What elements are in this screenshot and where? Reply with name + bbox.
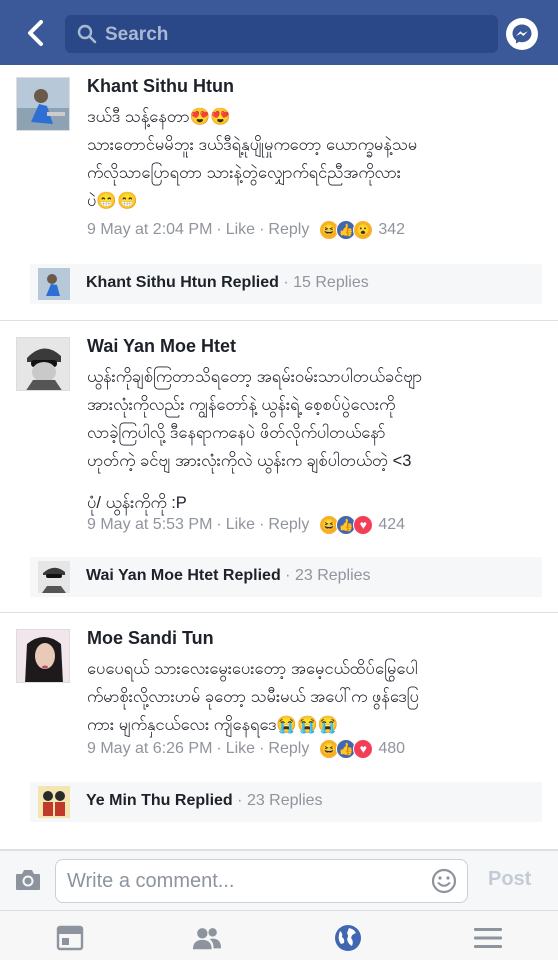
comment-meta: 9 May at 2:04 PM · Like · Reply 😆 👍 😮 34… [87,220,405,240]
comment-line: အားလုံးကိုလည်း ကျွန်တော်နဲ့ ယွန်းရဲ့ စေ့… [87,396,396,414]
comment-author[interactable]: Wai Yan Moe Htet [87,336,236,357]
reaction-count: 342 [378,221,406,238]
replier-name: Wai Yan Moe Htet [86,567,219,584]
comment-item: Moe Sandi Tun ပေပေရယ် သားလေးမွေးပေးတော့ … [0,613,558,850]
messenger-button[interactable] [506,18,538,50]
chevron-left-icon [28,20,43,46]
comment-item: Khant Sithu Htun ဒယ်ဒီ သန့်နေတာ😍😍 သားတော… [0,65,558,321]
comment-placeholder: Write a comment... [67,870,235,892]
avatar[interactable] [16,629,70,683]
separator: · [237,792,243,809]
comment-line: ပုံ/ ယွန်းကိုကို :P [87,494,187,512]
post-button[interactable]: Post [488,868,531,891]
reaction-count: 424 [378,516,406,533]
comment-line: ကား မျက်နှငယ်လေး ကျိနေရဒေ😭😭😭 [87,716,339,734]
comment-item: Wai Yan Moe Htet ယွန်းကိုချစ်ကြတာသိရတော့… [0,321,558,613]
comment-line: သားတောင်မမိဘူး ဒယ်ဒီရဲ့နုပျိုမှုကတော့ ယေ… [87,136,418,154]
replier-name: Khant Sithu Htun [86,274,217,291]
comment-text: ဒယ်ဒီ သန့်နေတာ😍😍 သားတောင်မမိဘူး ဒယ်ဒီရဲ့… [87,103,542,215]
like-link[interactable]: Like [226,740,255,758]
comment-line: က်မာစိုးလို့လားဟမ် ခုတော့ သမီးမယ် အပေါ်က… [87,688,419,706]
separator: · [285,567,291,584]
love-icon: ♥ [353,739,374,759]
separator: · [216,740,222,757]
reply-count: 23 Replies [294,567,371,584]
top-bar: Search [0,0,558,65]
timestamp[interactable]: 9 May at 5:53 PM [87,516,212,534]
camera-button[interactable] [14,867,42,893]
reaction-summary[interactable]: 😆 👍 😮 342 [319,220,405,240]
comment-line: ယွန်းကိုချစ်ကြတာသိရတော့ အရမ်းဝမ်းသာပါတယ်… [87,368,423,386]
reply-count: 23 Replies [246,792,323,809]
like-link[interactable]: Like [226,221,255,239]
separator: · [259,740,265,757]
like-link[interactable]: Like [226,516,255,534]
avatar [38,561,70,593]
separator: · [216,516,222,533]
comment-author[interactable]: Moe Sandi Tun [87,628,214,649]
messenger-icon [512,24,532,44]
tab-friends[interactable] [192,925,222,951]
reaction-summary[interactable]: 😆 👍 ♥ 480 [319,739,405,759]
tab-notifications[interactable] [333,925,363,951]
search-placeholder: Search [105,24,169,45]
search-input[interactable]: Search [65,15,498,53]
comment-meta: 9 May at 5:53 PM · Like · Reply 😆 👍 ♥ 42… [87,515,405,535]
comment-text: ပေပေရယ် သားလေးမွေးပေးတော့ အမေ့ငယ်ထိပ်မြွ… [87,655,542,739]
tab-menu[interactable] [473,925,503,951]
comment-line: က်လိုသာပြောရတာ သားနဲ့တွဲလျှောက်ရင်ညီအကို… [87,164,401,182]
avatar[interactable] [16,77,70,131]
comment-line: လာခဲ့ကြပါလို့ ဒီနေရာကနေပဲ ဖိတ်လိုက်ပါတယ်… [87,424,386,442]
reply-link[interactable]: Reply [268,221,309,239]
news-feed-icon [56,925,84,951]
reply-summary-text: Ye Min Thu Replied · 23 Replies [86,792,323,810]
separator: · [259,516,265,533]
replies-summary[interactable]: Ye Min Thu Replied · 23 Replies [30,782,542,822]
comment-line: ဟုတ်ကဲ့ ခင်ဗျ အားလုံးကိုလဲ ယွန်းက ချစ်ပါ… [87,452,412,470]
menu-icon [474,928,502,948]
smiley-icon [431,868,457,894]
comment-input[interactable]: Write a comment... [55,859,468,903]
comment-text: ယွန်းကိုချစ်ကြတာသိရတော့ အရမ်းဝမ်းသာပါတယ်… [87,363,542,517]
separator: · [259,221,265,238]
replied-label: Replied [221,274,279,291]
love-icon: ♥ [353,515,374,535]
replies-summary[interactable]: Khant Sithu Htun Replied · 15 Replies [30,264,542,304]
tab-news-feed[interactable] [55,925,85,951]
comment-line: ဒယ်ဒီ သန့်နေတာ😍😍 [87,108,231,126]
bottom-tab-bar [0,910,558,960]
replied-label: Replied [174,792,233,809]
replies-summary[interactable]: Wai Yan Moe Htet Replied · 23 Replies [30,557,542,597]
reply-summary-text: Khant Sithu Htun Replied · 15 Replies [86,274,369,292]
timestamp[interactable]: 9 May at 6:26 PM [87,740,212,758]
comment-meta: 9 May at 6:26 PM · Like · Reply 😆 👍 ♥ 48… [87,739,405,759]
wow-icon: 😮 [353,220,374,240]
emoji-button[interactable] [431,868,457,894]
replied-label: Replied [222,567,281,584]
separator: · [283,274,289,291]
friends-icon [192,928,222,950]
comment-line: ပေပေရယ် သားလေးမွေးပေးတော့ အမေ့ငယ်ထိပ်မြွ… [87,660,418,678]
reply-count: 15 Replies [293,274,369,291]
comment-author[interactable]: Khant Sithu Htun [87,76,234,97]
avatar [38,786,70,818]
replier-name: Ye Min Thu [86,792,171,809]
avatar[interactable] [16,337,70,391]
reaction-count: 480 [378,740,406,757]
reply-link[interactable]: Reply [268,740,309,758]
comment-line: ပဲ😁😁 [87,192,138,210]
reply-summary-text: Wai Yan Moe Htet Replied · 23 Replies [86,567,371,585]
timestamp[interactable]: 9 May at 2:04 PM [87,221,212,239]
avatar [38,268,70,300]
search-icon [77,24,97,44]
camera-icon [16,870,40,890]
reaction-summary[interactable]: 😆 👍 ♥ 424 [319,515,405,535]
back-button[interactable] [20,18,50,48]
reply-link[interactable]: Reply [268,516,309,534]
separator: · [216,221,222,238]
globe-icon [335,925,361,951]
comment-list: Khant Sithu Htun ဒယ်ဒီ သန့်နေတာ😍😍 သားတော… [0,65,558,850]
comment-composer: Write a comment... Post [0,850,558,910]
